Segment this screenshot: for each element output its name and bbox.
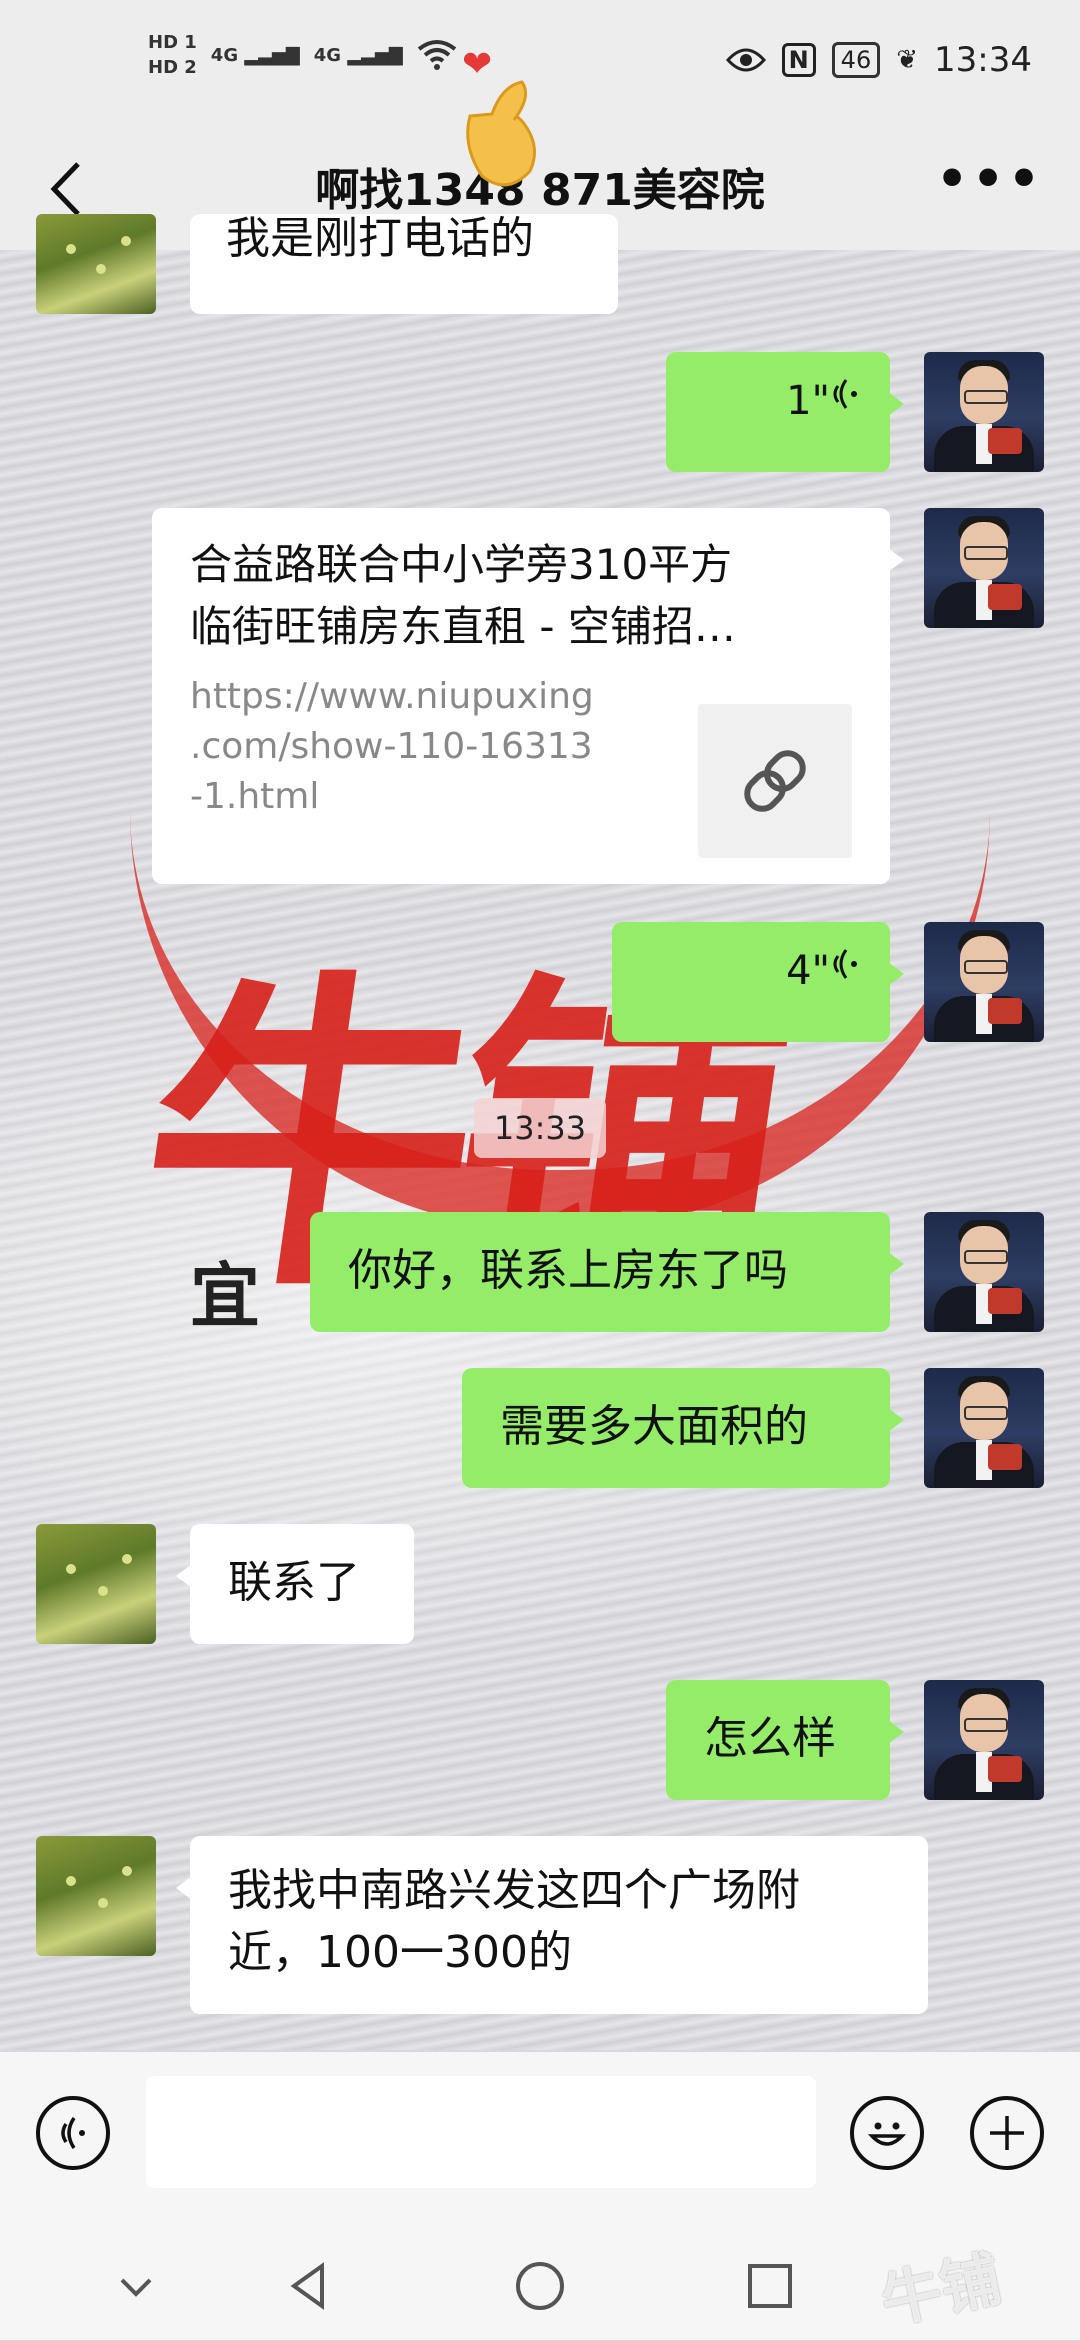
link-thumbnail xyxy=(698,704,852,858)
contact-avatar[interactable] xyxy=(36,1524,156,1644)
wallpaper-subtext: 宜 xyxy=(190,1254,260,1337)
link-title-line2: 临街旺铺房东直租 - 空铺招… xyxy=(190,602,736,651)
emoji-glyph xyxy=(867,2122,907,2146)
emoji-icon[interactable] xyxy=(850,2096,924,2170)
voice-message-bubble[interactable]: 1" xyxy=(666,352,904,472)
status-left-icons: HD 1 HD 2 4G ▂▃▅▇ 4G ▂▃▅▇ xyxy=(148,32,457,78)
message-text: 联系了 xyxy=(228,1557,360,1608)
link-url-line1: https://www.niupuxing xyxy=(190,676,594,717)
watermark-logo: 牛铺 xyxy=(875,2244,1008,2338)
nfc-icon: N xyxy=(781,43,816,77)
chat-timestamp: 13:33 xyxy=(474,1098,606,1158)
eye-icon xyxy=(725,48,766,72)
my-avatar[interactable] xyxy=(924,508,1044,628)
message-text: 需要多大面积的 xyxy=(500,1401,808,1452)
voice-mode-icon[interactable] xyxy=(36,2096,110,2170)
link-icon xyxy=(744,750,806,812)
link-card[interactable]: 合益路联合中小学旁310平方 临街旺铺房东直租 - 空铺招… https://w… xyxy=(152,508,904,884)
status-right-icons: N 46 ❦ 13:34 xyxy=(725,40,1032,80)
link-url-line3: -1.html xyxy=(190,776,320,817)
my-avatar[interactable] xyxy=(924,922,1044,1042)
message-bubble-received[interactable]: 我找中南路兴发这四个广场附 近，100一300的 xyxy=(176,1836,928,2014)
message-text: 怎么样 xyxy=(704,1713,836,1764)
message-text: 我是刚打电话的 xyxy=(226,214,534,264)
hd2-icon: HD 2 xyxy=(148,57,197,78)
link-title-line1: 合益路联合中小学旁310平方 xyxy=(190,540,733,589)
recents-square-icon[interactable] xyxy=(742,2258,798,2314)
input-bar xyxy=(0,2052,1080,2232)
message-bubble-received[interactable]: 我是刚打电话的 xyxy=(190,214,618,314)
voice-wave-icon xyxy=(833,949,857,979)
voice-mode-glyph xyxy=(61,2117,85,2149)
contact-avatar[interactable] xyxy=(36,1836,156,1956)
signal-4g-icon: 4G ▂▃▅▇ xyxy=(210,44,300,66)
voice-duration: 1" xyxy=(786,378,830,424)
voice-wave-icon xyxy=(833,379,857,409)
plus-glyph xyxy=(990,2116,1024,2150)
message-bubble-sent[interactable]: 怎么样 xyxy=(666,1680,904,1800)
link-url-line2: .com/show-110-16313 xyxy=(190,726,593,767)
battery-indicator: 46 xyxy=(831,42,881,78)
more-options-button[interactable]: ••• xyxy=(936,150,1044,208)
message-text: 我找中南路兴发这四个广场附 xyxy=(228,1865,800,1916)
hd1-icon: HD 1 xyxy=(148,32,197,53)
plus-icon[interactable] xyxy=(970,2096,1044,2170)
leaf-icon: ❦ xyxy=(896,45,919,75)
home-circle-icon[interactable] xyxy=(512,2258,568,2314)
my-avatar[interactable] xyxy=(924,1212,1044,1332)
message-bubble-received[interactable]: 联系了 xyxy=(176,1524,414,1644)
clock: 13:34 xyxy=(934,40,1032,80)
message-input[interactable] xyxy=(146,2076,816,2188)
chevron-down-icon[interactable] xyxy=(108,2258,164,2314)
message-text-line2: 近，100一300的 xyxy=(228,1927,572,1978)
my-avatar[interactable] xyxy=(924,352,1044,472)
message-bubble-sent[interactable]: 需要多大面积的 xyxy=(462,1368,904,1488)
message-bubble-sent[interactable]: 你好，联系上房东了吗 xyxy=(310,1212,904,1332)
finger-heart-hand-icon xyxy=(466,80,536,187)
system-nav-bar: 牛铺 xyxy=(0,2232,1080,2340)
contact-avatar[interactable] xyxy=(36,214,156,314)
voice-duration: 4" xyxy=(786,948,830,994)
voice-message-bubble[interactable]: 4" xyxy=(612,922,904,1042)
back-triangle-icon[interactable] xyxy=(282,2258,338,2314)
my-avatar[interactable] xyxy=(924,1680,1044,1800)
signal-4g-icon-2: 4G ▂▃▅▇ xyxy=(313,44,403,66)
wifi-icon xyxy=(417,40,456,70)
link-url: https://www.niupuxing .com/show-110-1631… xyxy=(190,672,630,822)
message-text: 你好，联系上房东了吗 xyxy=(348,1245,788,1296)
my-avatar[interactable] xyxy=(924,1368,1044,1488)
